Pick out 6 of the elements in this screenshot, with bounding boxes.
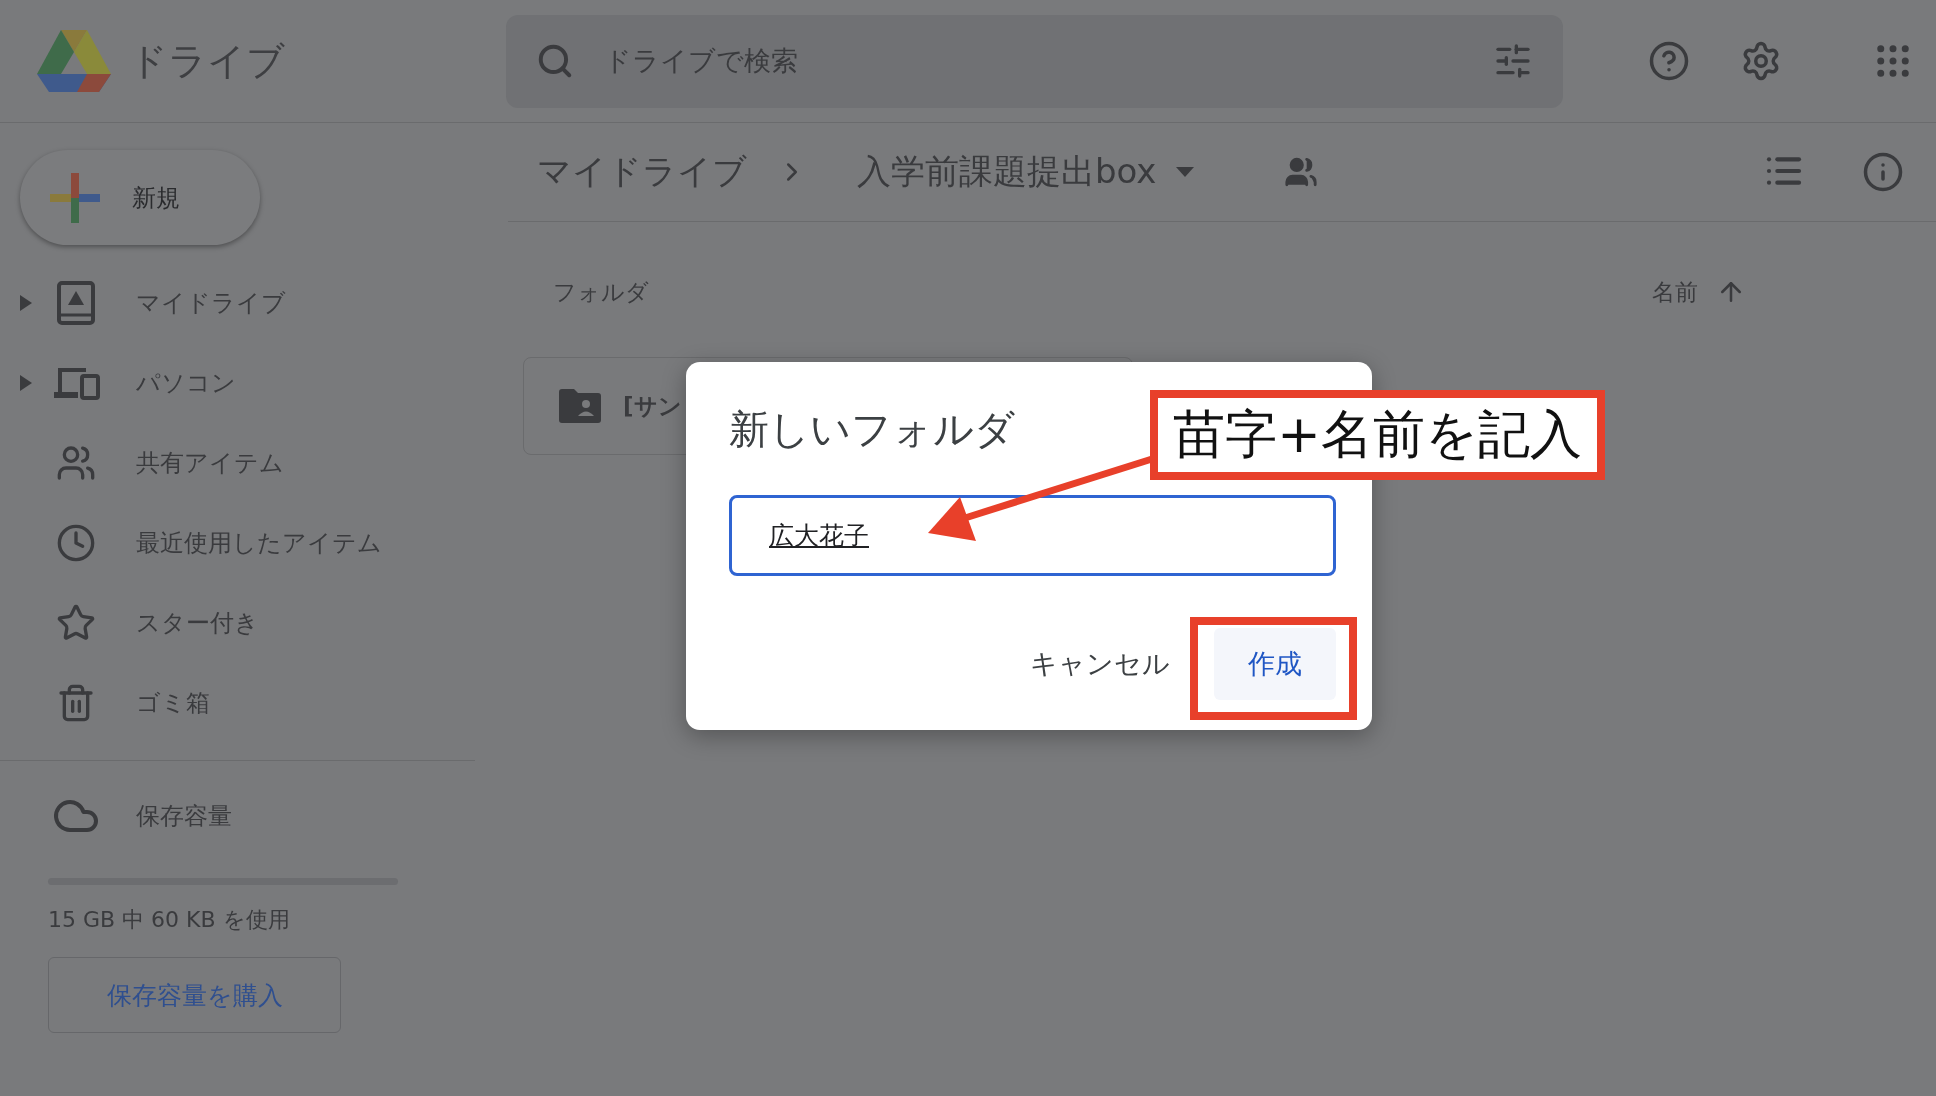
app-name: ドライブ xyxy=(129,37,285,85)
section-title: フォルダ xyxy=(553,277,649,307)
folder-name: [サン xyxy=(623,391,682,421)
dialog-title: 新しいフォルダ xyxy=(729,405,1015,454)
storage-usage: 15 GB 中 60 KB を使用 xyxy=(48,906,291,934)
annotation-callout: 苗字+名前を記入 xyxy=(1150,390,1605,480)
